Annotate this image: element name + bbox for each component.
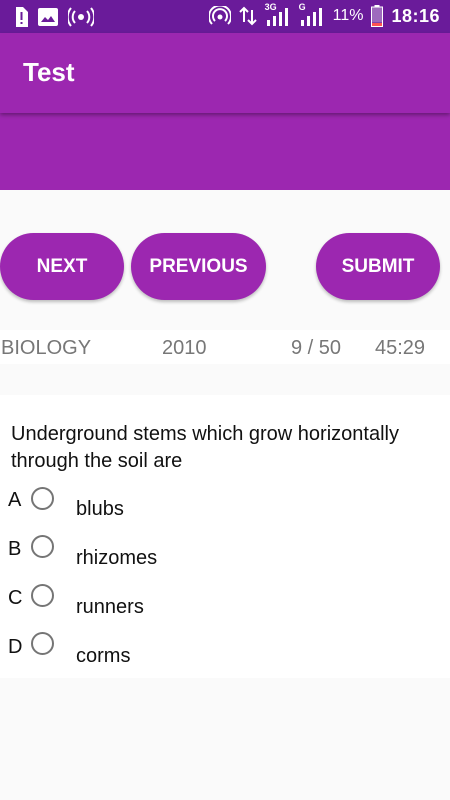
next-button[interactable]: NEXT [0,233,124,300]
question-progress: 9 / 50 [291,337,342,359]
option-a-letter: A [8,489,22,511]
option-c-text[interactable]: runners [76,596,144,619]
network-type-label: G [298,2,306,12]
submit-button[interactable]: SUBMIT [316,233,440,300]
clock: 18:16 [391,5,440,26]
countdown-timer: 45:29 [375,337,426,359]
data-transfer-icon [238,5,257,27]
option-b-text[interactable]: rhizomes [76,547,157,570]
option-b-letter: B [8,538,22,560]
question-card: Underground stems which grow horizontall… [0,395,450,678]
option-d-text[interactable]: corms [76,645,130,668]
battery-percent: 11% [332,7,364,24]
app-bar: Test [0,33,450,113]
question-text: Underground stems which grow horizontall… [11,423,399,472]
option-c-letter: C [8,587,23,609]
header-extension [0,113,450,190]
image-icon [38,6,58,28]
option-a-radio[interactable] [31,487,54,510]
signal-3g-icon: 3G [264,2,291,27]
option-d-letter: D [8,636,23,658]
broadcast-icon [68,6,94,28]
subject-label: BIOLOGY [1,337,92,359]
option-d-radio[interactable] [31,632,54,655]
option-b-radio[interactable] [31,535,54,558]
info-bar: BIOLOGY 2010 9 / 50 45:29 [0,330,450,364]
signal-g-icon: G [298,2,325,27]
year-label: 2010 [162,337,207,359]
status-bar: 3G G 11% 18:16 [0,0,450,33]
battery-low-icon [371,5,384,27]
page-title: Test [23,57,75,87]
sim-alert-icon [14,6,28,28]
option-c-radio[interactable] [31,584,54,607]
previous-button[interactable]: PREVIOUS [131,233,266,300]
option-a-text[interactable]: blubs [76,498,124,521]
hotspot-icon [208,5,231,27]
network-type-label: 3G [264,2,277,12]
